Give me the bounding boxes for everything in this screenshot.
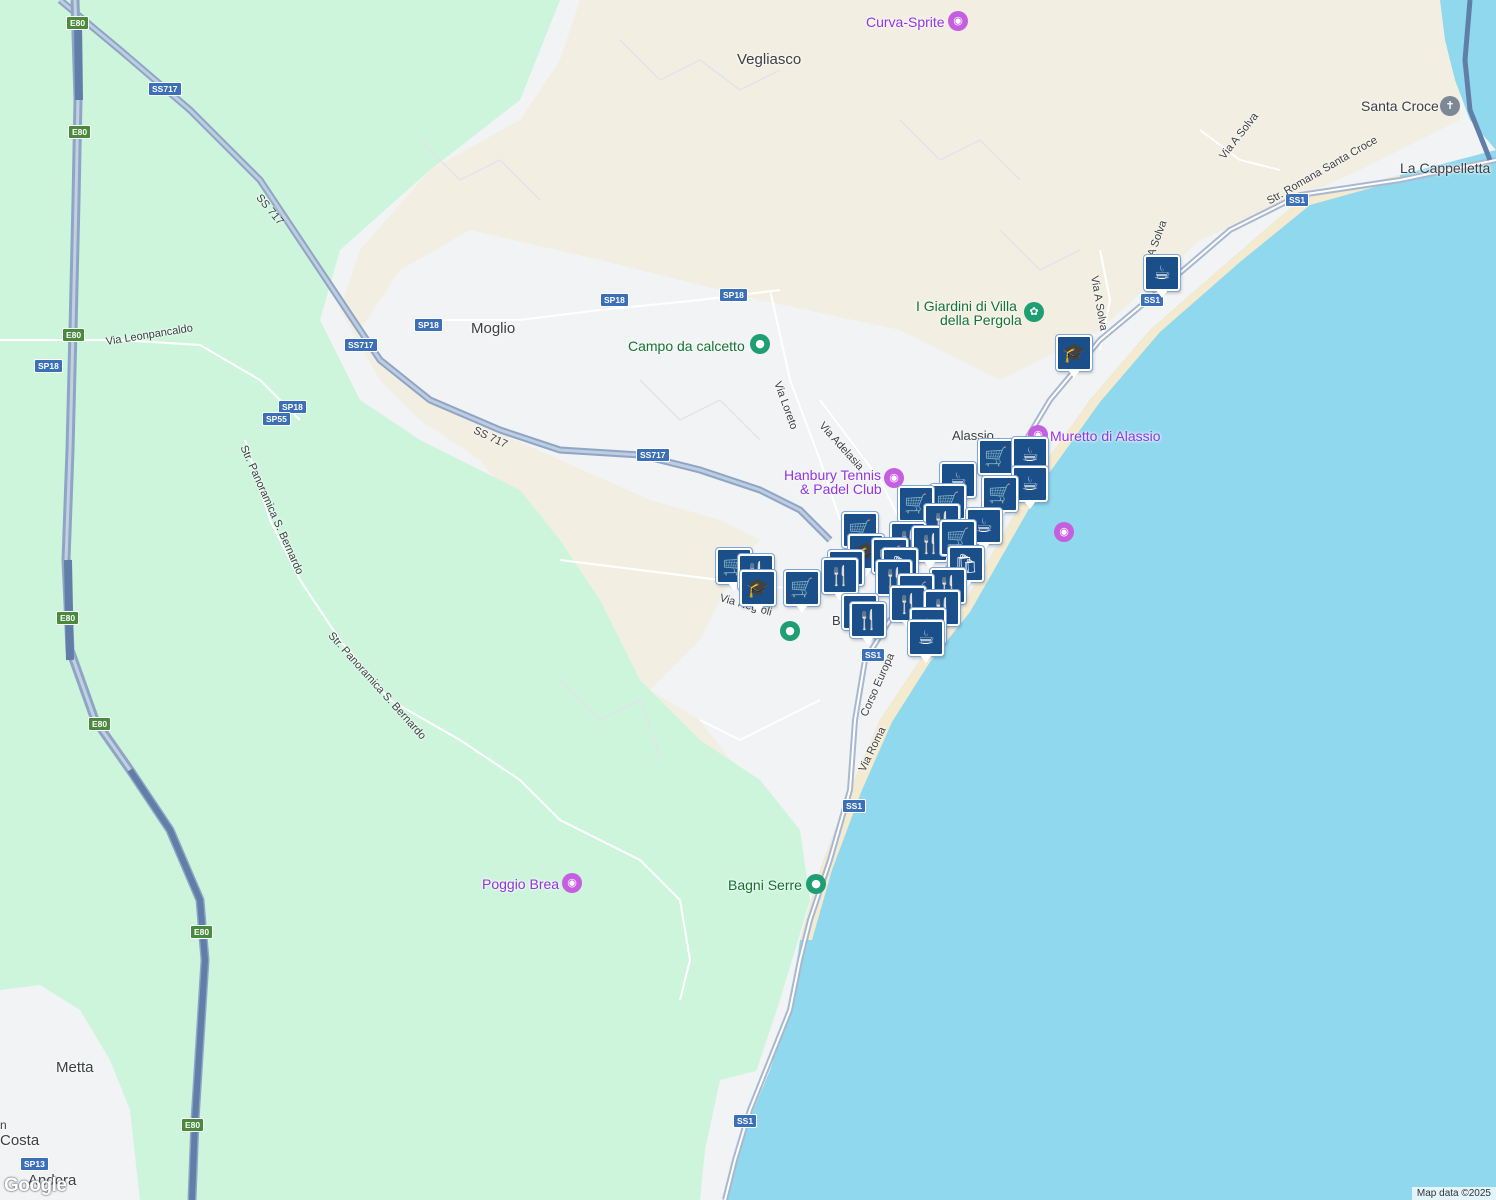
sp13-shield: SP13 — [20, 1157, 49, 1171]
school-icon[interactable]: 🎓 — [1056, 335, 1092, 378]
sp55-shield: SP55 — [262, 412, 291, 426]
e80-shield: E80 — [56, 611, 80, 625]
town-label-moglio: Moglio — [471, 320, 516, 337]
ss1-shield: SS1 — [733, 1114, 758, 1128]
place-icon[interactable]: ● — [780, 621, 800, 641]
e80-shield: E80 — [68, 125, 92, 139]
map-attribution[interactable]: Map data ©2025 — [1411, 1187, 1496, 1200]
e80-shield: E80 — [62, 328, 86, 342]
sp18-shield: SP18 — [719, 288, 748, 302]
town-label-costa-prefix: n — [0, 1118, 7, 1132]
ss717-shield: SS717 — [148, 82, 182, 96]
sp18-shield: SP18 — [34, 359, 63, 373]
coffee-icon[interactable]: ☕ — [908, 620, 944, 663]
town-label-costa: Costa — [0, 1132, 40, 1149]
e80-shield: E80 — [181, 1118, 205, 1132]
e80-shield: E80 — [66, 16, 90, 30]
shopping-cart-icon[interactable]: 🛒 — [982, 476, 1018, 519]
ss1-shield: SS1 — [842, 799, 867, 813]
camera-icon[interactable]: ◉ — [948, 11, 968, 31]
town-label-metta: Metta — [56, 1059, 94, 1076]
town-label-la-cappelletta: La Cappelletta — [1400, 160, 1491, 176]
place-icon[interactable]: ● — [806, 874, 826, 894]
sp18-shield: SP18 — [414, 318, 443, 332]
poi-label-campo-calcetto[interactable]: Campo da calcetto — [628, 338, 745, 354]
camera-icon[interactable]: ◉ — [1054, 522, 1074, 542]
ss717-shield: SS717 — [344, 338, 378, 352]
church-icon[interactable]: ✝ — [1440, 96, 1460, 116]
sports-icon[interactable]: ◉ — [884, 468, 904, 488]
coffee-icon[interactable]: ☕ — [1144, 255, 1180, 298]
town-label-santa-croce: Santa Croce — [1361, 98, 1439, 114]
flower-icon[interactable]: ✿ — [1024, 302, 1044, 322]
e80-shield: E80 — [190, 925, 214, 939]
poi-label-bagni-serre[interactable]: Bagni Serre — [728, 877, 802, 893]
place-icon[interactable]: ● — [750, 334, 770, 354]
sp18-shield: SP18 — [600, 293, 629, 307]
google-logo[interactable]: Google — [4, 1175, 67, 1197]
poi-label-curva-sprite[interactable]: Curva-Sprite — [866, 14, 945, 30]
poi-label-hanbury-2[interactable]: & Padel Club — [800, 481, 882, 497]
school-icon[interactable]: 🎓 — [740, 570, 776, 613]
camera-icon[interactable]: ◉ — [562, 873, 582, 893]
ss717-shield: SS717 — [636, 448, 670, 462]
restaurant-icon[interactable]: 🍴 — [850, 602, 886, 645]
shopping-cart-icon[interactable]: 🛒 — [978, 439, 1014, 482]
poi-label-giardini-2[interactable]: della Pergola — [940, 312, 1022, 328]
restaurant-icon[interactable]: 🍴 — [822, 558, 858, 601]
map-canvas[interactable]: E80 E80 E80 E80 E80 E80 E80 SS717 SS717 … — [0, 0, 1496, 1200]
town-label-vegliasco: Vegliasco — [737, 51, 802, 68]
shopping-cart-icon[interactable]: 🛒 — [784, 570, 820, 613]
e80-shield: E80 — [88, 717, 112, 731]
poi-label-b: B — [832, 613, 841, 628]
poi-label-poggio-brea[interactable]: Poggio Brea — [482, 876, 559, 892]
poi-label-muretto[interactable]: Muretto di Alassio — [1050, 428, 1161, 444]
